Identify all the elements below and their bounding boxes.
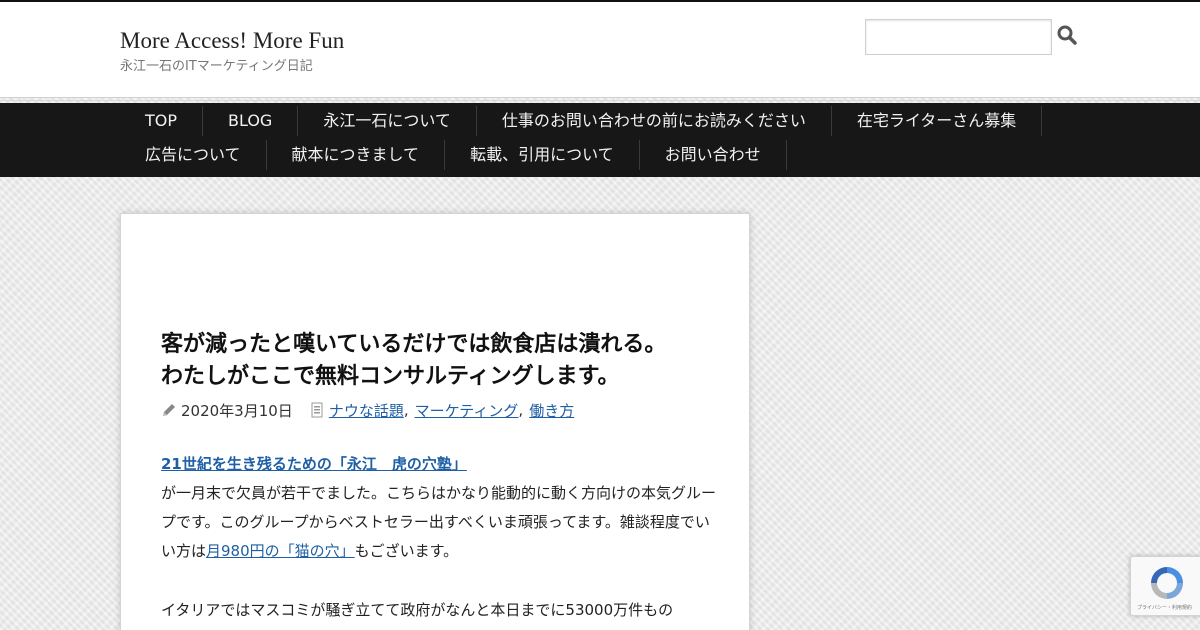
search-icon [1057,25,1077,45]
post-body: 21世紀を生き残るための「永江 虎の穴塾」 が一月末で欠員が若干でました。こちら… [161,450,721,630]
nav-item-top[interactable]: TOP [120,106,204,136]
nav-item-contact[interactable]: お問い合わせ [640,140,787,170]
nav-row: TOP BLOG 永江一石について 仕事のお問い合わせの前にお読みください 在宅… [120,106,1043,136]
post-article: 客が減ったと嘆いているだけでは飲食店は潰れる。 わたしがここで無料コンサルティン… [120,213,750,630]
category-link[interactable]: 働き方 [529,400,574,421]
nav-item-writer-recruit[interactable]: 在宅ライターさん募集 [832,106,1043,136]
post-paragraph: 21世紀を生き残るための「永江 虎の穴塾」 が一月末で欠員が若干でました。こちら… [161,450,721,566]
nav-item-ads[interactable]: 広告について [120,140,267,170]
post-title-line: 客が減ったと嘆いているだけでは飲食店は潰れる。 [161,332,667,357]
search-button[interactable] [1055,24,1079,48]
nav-row: 広告について 献本につきまして 転載、引用について お問い合わせ [120,140,787,170]
post-title: 客が減ったと嘆いているだけでは飲食店は潰れる。 わたしがここで無料コンサルティン… [161,329,721,393]
post-paragraph: イタリアではマスコミが騒ぎ立てて政府がなんと本日までに53000万件もの [161,601,674,619]
toranoana-link[interactable]: 21世紀を生き残るための「永江 虎の穴塾」 [161,455,467,473]
nav-item-books[interactable]: 献本につきまして [267,140,446,170]
nav-item-before-inquiry[interactable]: 仕事のお問い合わせの前にお読みください [477,106,832,136]
search-input[interactable] [865,19,1052,55]
nav-item-blog[interactable]: BLOG [203,106,299,136]
recaptcha-icon [1151,567,1183,599]
recaptcha-label: プライバシー・利用規約 [1137,605,1192,611]
category-link[interactable]: マーケティング [415,400,519,421]
site-title-link[interactable]: More Access! More Fun [120,28,344,54]
post-title-line: わたしがここで無料コンサルティングします。 [161,364,620,389]
recaptcha-badge[interactable]: プライバシー・利用規約 [1130,556,1200,616]
site-header: More Access! More Fun 永江一石のITマーケティング日記 [0,0,1200,101]
post-meta: 2020年3月10日 ナウな話題, マーケティング, 働き方 [161,400,574,420]
main-nav: TOP BLOG 永江一石について 仕事のお問い合わせの前にお読みください 在宅… [0,103,1200,177]
nekonoana-link[interactable]: 月980円の「猫の穴」 [206,542,355,560]
post-date: 2020年3月10日 [181,401,293,420]
pencil-icon [163,404,175,416]
nav-item-reprint[interactable]: 転載、引用について [445,140,640,170]
site-tagline: 永江一石のITマーケティング日記 [120,59,313,74]
nav-item-about[interactable]: 永江一石について [298,106,477,136]
category-link[interactable]: ナウな話題 [329,400,404,421]
category-icon [311,402,323,418]
paragraph-text: もございます。 [354,542,459,560]
